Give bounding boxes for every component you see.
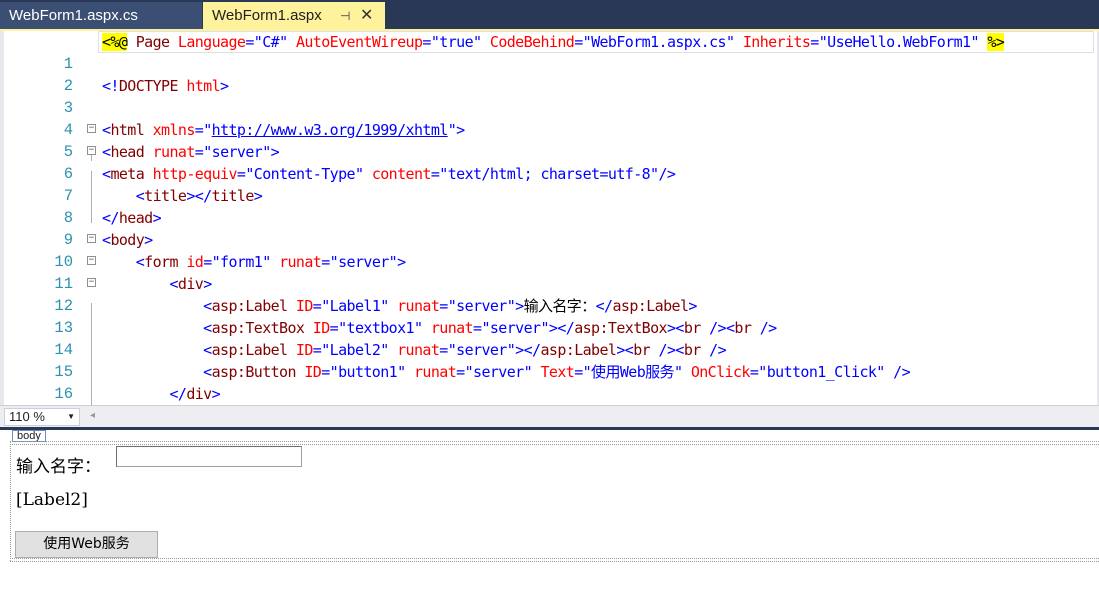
zoom-level-dropdown[interactable]: 110 % ▼ bbox=[4, 408, 80, 426]
code-line-12: 12 − <div> bbox=[0, 273, 1095, 315]
div-boundary-bottom bbox=[10, 558, 1099, 559]
code-line-4: 4 bbox=[0, 97, 1095, 139]
tab-webform1-aspx-cs[interactable]: WebForm1.aspx.cs bbox=[0, 2, 202, 30]
collapse-icon[interactable]: − bbox=[87, 124, 96, 133]
code-line-10: 10 − <body> bbox=[0, 229, 1095, 271]
collapse-icon[interactable]: − bbox=[87, 146, 96, 155]
chevron-down-icon: ▼ bbox=[67, 412, 75, 421]
code-line-8: 8 <title></title> bbox=[0, 185, 1095, 227]
tab-webform1-aspx[interactable]: WebForm1.aspx ⊣ ✕ bbox=[203, 2, 385, 30]
label2-preview[interactable]: [Label2] bbox=[16, 490, 88, 510]
collapse-icon[interactable]: − bbox=[87, 278, 96, 287]
code-line-3: 3 <!DOCTYPE html> bbox=[0, 75, 1095, 117]
code-line-6: 6 − <head runat="server"> bbox=[0, 141, 1095, 183]
tab-label: WebForm1.aspx bbox=[212, 7, 322, 24]
form-boundary bbox=[10, 441, 1099, 442]
code-line-16: 16 <asp:Button ID="button1" runat="serve… bbox=[0, 361, 1095, 403]
code-line-5: 5 − <html xmlns="http://www.w3.org/1999/… bbox=[0, 119, 1095, 161]
label1-preview[interactable]: 输入名字： bbox=[16, 452, 101, 477]
close-icon[interactable]: ✕ bbox=[360, 2, 373, 30]
code-line-9: 9 </head> bbox=[0, 207, 1095, 249]
code-line-17: 17 </div> bbox=[102, 385, 221, 403]
code-line-11: 11 − <form id="form1" runat="server"> bbox=[0, 251, 1095, 293]
div-boundary bbox=[10, 444, 1099, 445]
namespace-link[interactable]: http://www.w3.org/1999/xhtml bbox=[212, 121, 449, 139]
pin-icon[interactable]: ⊣ bbox=[340, 2, 350, 30]
form-boundary-left bbox=[10, 441, 11, 561]
tab-label: WebForm1.aspx.cs bbox=[9, 7, 138, 24]
editor-zoom-bar: 110 % ▼ ◂ bbox=[0, 405, 1099, 427]
form-boundary-bottom bbox=[10, 561, 1099, 562]
collapse-icon[interactable]: − bbox=[87, 234, 96, 243]
code-line-1: 1 <%@ Page Language="C#" AutoEventWireup… bbox=[0, 31, 1095, 73]
code-line-15: 15 <asp:Label ID="Label2" runat="server"… bbox=[0, 339, 1095, 381]
button1-label: 使用Web服务 bbox=[43, 536, 130, 552]
document-tab-strip: WebForm1.aspx.cs WebForm1.aspx ⊣ ✕ bbox=[0, 0, 1099, 31]
button1-preview[interactable]: 使用Web服务 bbox=[15, 531, 158, 558]
code-line-14: 14 <asp:TextBox ID="textbox1" runat="ser… bbox=[0, 317, 1095, 359]
zoom-level-value: 110 % bbox=[9, 409, 45, 424]
scroll-left-icon[interactable]: ◂ bbox=[90, 410, 95, 421]
source-editor[interactable]: 1 <%@ Page Language="C#" AutoEventWireup… bbox=[0, 31, 1099, 405]
textbox1-preview[interactable] bbox=[116, 446, 302, 467]
code-line-2: 2 bbox=[0, 53, 1095, 95]
code-line-13: 13 <asp:Label ID="Label1" runat="server"… bbox=[0, 295, 1095, 337]
code-line-7: 7 <meta http-equiv="Content-Type" conten… bbox=[0, 163, 1095, 205]
collapse-icon[interactable]: − bbox=[87, 256, 96, 265]
design-view[interactable]: body 输入名字： [Label2] 使用Web服务 bbox=[0, 430, 1099, 605]
